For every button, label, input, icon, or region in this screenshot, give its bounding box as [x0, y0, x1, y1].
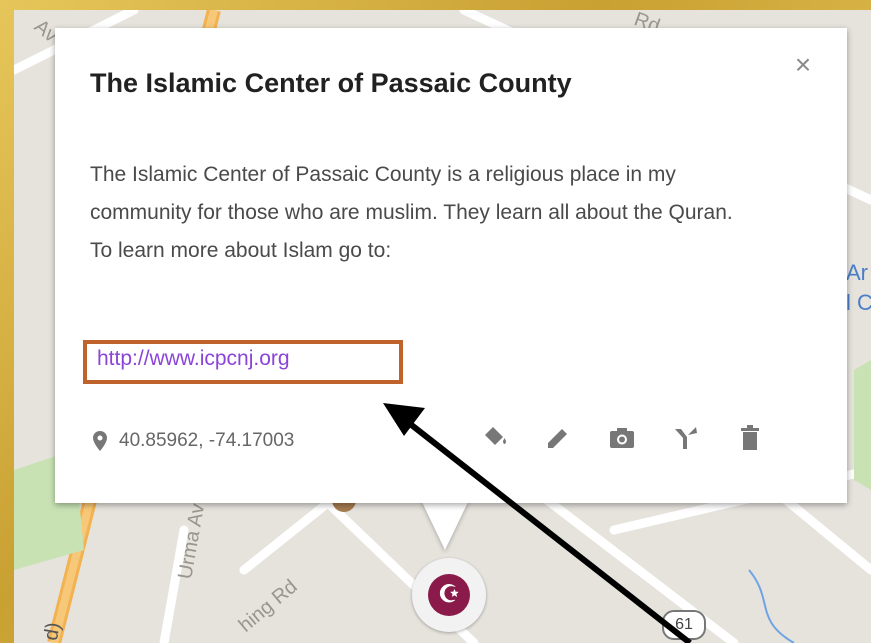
annotation-arrow	[383, 403, 692, 643]
